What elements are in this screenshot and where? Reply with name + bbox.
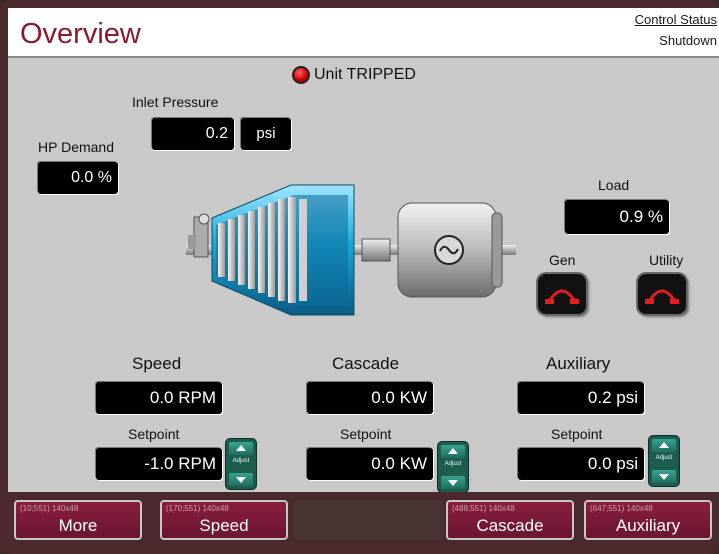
- cascade-raise-button[interactable]: [441, 445, 465, 458]
- cascade-setpoint-stepper[interactable]: Adjust: [438, 442, 468, 492]
- nav-more-tag: (10;551) 140x48: [20, 504, 79, 513]
- load-label: Load: [598, 177, 630, 193]
- nav-cascade-tag: (488;551) 140x48: [452, 504, 515, 513]
- trip-status-led-icon: [292, 66, 310, 84]
- nav-speed-button[interactable]: (170;551) 140x48 Speed: [160, 500, 288, 540]
- hp-demand-label: HP Demand: [38, 139, 115, 155]
- control-status-value: Shutdown: [659, 33, 717, 48]
- turbine-generator-graphic: [186, 184, 516, 316]
- inlet-pressure-label: Inlet Pressure: [132, 94, 219, 110]
- nav-more-label: More: [58, 516, 98, 535]
- generator-icon: [397, 202, 503, 298]
- cascade-adjust-label: Adjust: [444, 461, 462, 467]
- auxiliary-raise-button[interactable]: [652, 439, 676, 452]
- speed-adjust-label: Adjust: [232, 458, 250, 464]
- speed-setpoint-stepper[interactable]: Adjust: [226, 439, 256, 489]
- auxiliary-adjust-label: Adjust: [655, 455, 673, 461]
- nav-auxiliary-button[interactable]: (647;551) 140x48 Auxiliary: [584, 500, 712, 540]
- cascade-setpoint-label: Setpoint: [340, 426, 392, 442]
- auxiliary-setpoint-label: Setpoint: [551, 426, 603, 442]
- nav-more-button[interactable]: (10;551) 140x48 More: [14, 500, 142, 540]
- nav-cascade-label: Cascade: [476, 516, 544, 535]
- speed-value: 0.0 RPM: [96, 382, 222, 414]
- nav-auxiliary-tag: (647;551) 140x48: [590, 504, 653, 513]
- speed-raise-button[interactable]: [229, 442, 253, 455]
- auxiliary-setpoint-stepper[interactable]: Adjust: [649, 436, 679, 486]
- speed-setpoint-value: -1.0 RPM: [96, 448, 222, 480]
- load-value: 0.9 %: [565, 200, 669, 234]
- nav-spacer: [293, 500, 443, 540]
- bottom-nav-bar: (10;551) 140x48 More (170;551) 140x48 Sp…: [8, 492, 719, 548]
- nav-cascade-button[interactable]: (488;551) 140x48 Cascade: [446, 500, 574, 540]
- cascade-value: 0.0 KW: [307, 382, 433, 414]
- speed-lower-button[interactable]: [229, 473, 253, 486]
- auxiliary-title: Auxiliary: [546, 354, 611, 373]
- overview-screen: Overview Control Status Shutdown Unit TR…: [8, 8, 719, 492]
- auxiliary-lower-button[interactable]: [652, 470, 676, 483]
- speed-setpoint-label: Setpoint: [128, 426, 180, 442]
- header-bar: Overview Control Status Shutdown: [8, 8, 719, 58]
- breaker-open-icon: [645, 289, 679, 304]
- cascade-setpoint-value: 0.0 KW: [307, 448, 433, 480]
- nav-speed-tag: (170;551) 140x48: [166, 504, 229, 513]
- inlet-pressure-value: 0.2: [152, 118, 234, 150]
- nav-speed-label: Speed: [199, 516, 249, 535]
- auxiliary-setpoint-value: 0.0 psi: [518, 448, 644, 480]
- speed-title: Speed: [132, 354, 182, 373]
- utility-breaker-label: Utility: [649, 252, 684, 268]
- trip-status-text: Unit TRIPPED: [314, 66, 416, 83]
- hp-demand-value: 0.0 %: [38, 162, 118, 194]
- hmi-frame: Overview Control Status Shutdown Unit TR…: [0, 0, 719, 554]
- nav-auxiliary-label: Auxiliary: [615, 516, 681, 535]
- cascade-lower-button[interactable]: [441, 476, 465, 489]
- inlet-pressure-unit: psi: [241, 118, 291, 150]
- auxiliary-value: 0.2 psi: [518, 382, 644, 414]
- utility-breaker-button[interactable]: [638, 274, 686, 314]
- page-title: Overview: [20, 18, 141, 50]
- gen-breaker-button[interactable]: [538, 274, 586, 314]
- gen-breaker-label: Gen: [549, 252, 576, 268]
- control-status-link[interactable]: Control Status: [635, 12, 717, 27]
- breaker-open-icon: [545, 289, 579, 304]
- cascade-title: Cascade: [332, 354, 400, 373]
